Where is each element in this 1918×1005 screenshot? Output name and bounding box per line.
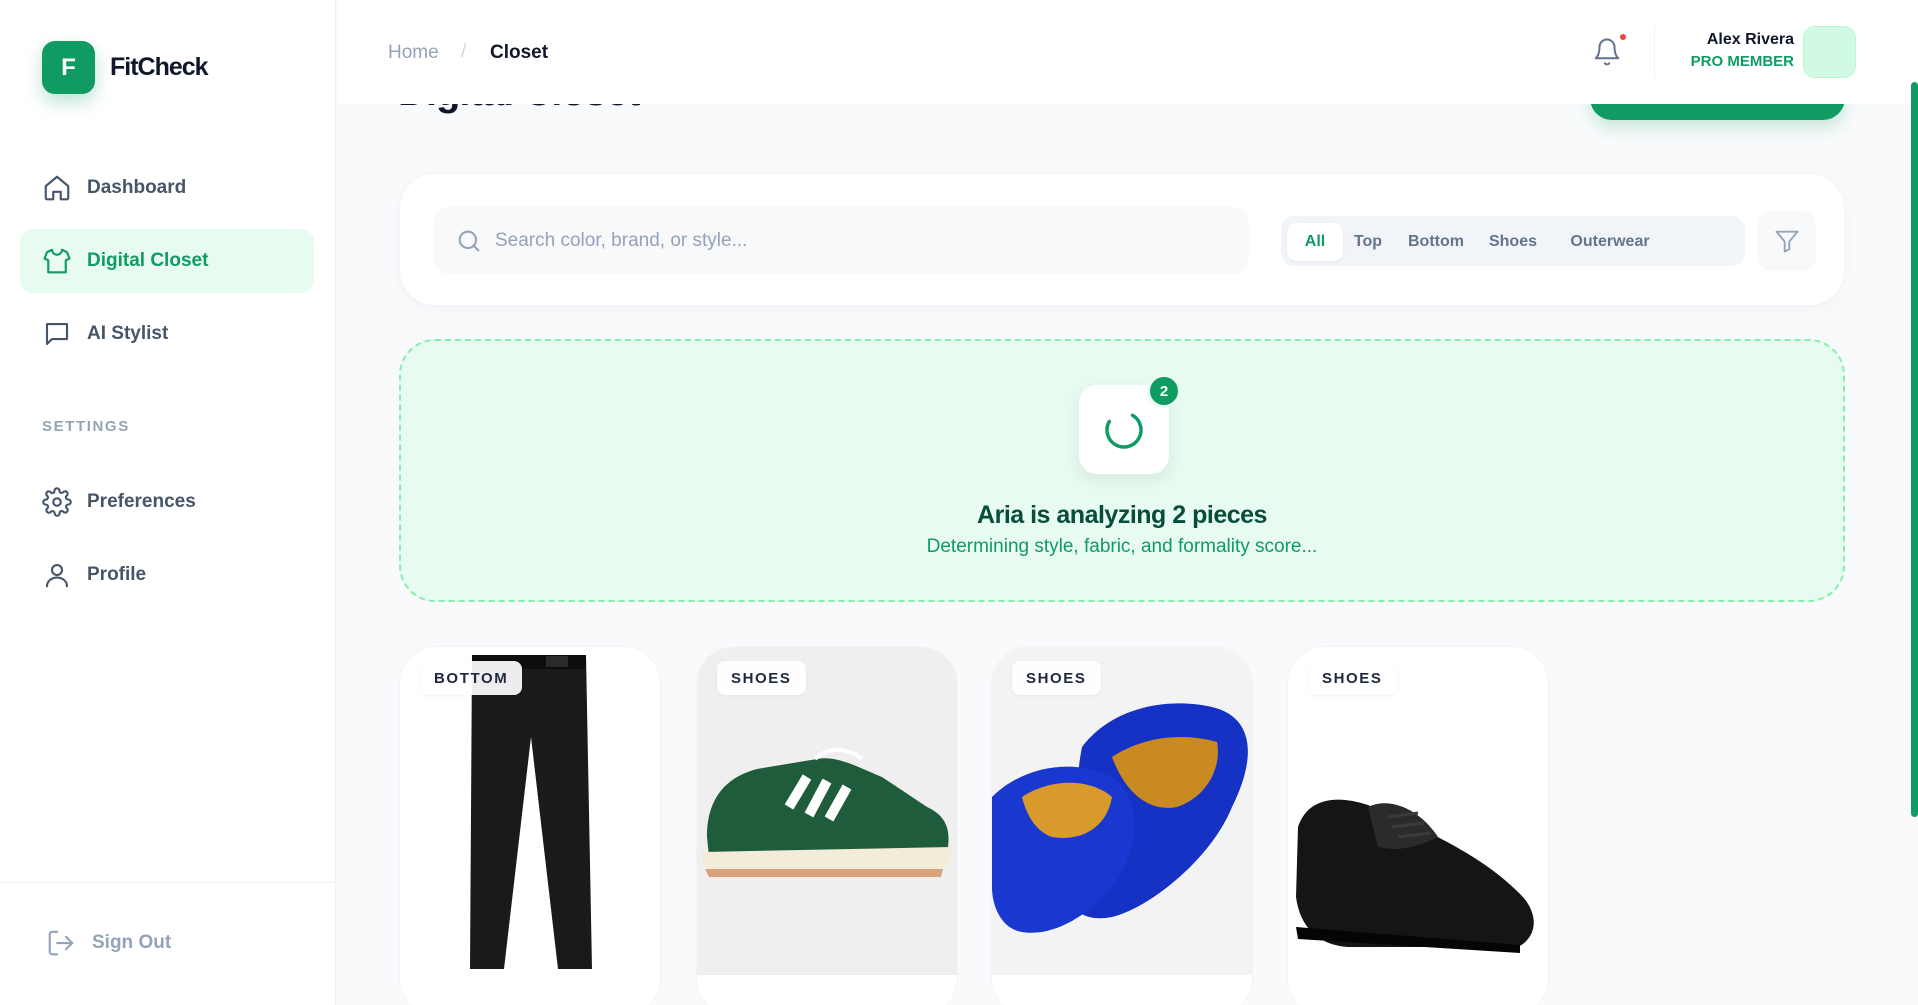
- sidebar-item-preferences[interactable]: Preferences: [20, 470, 314, 534]
- header-divider: [1654, 26, 1655, 78]
- notification-dot: [1620, 34, 1626, 40]
- brand-logo: F: [42, 41, 95, 94]
- sidebar-item-profile[interactable]: Profile: [20, 543, 314, 607]
- shirt-icon: [43, 248, 71, 274]
- analyzing-title: Aria is analyzing 2 pieces: [977, 501, 1267, 529]
- filter-button[interactable]: [1757, 211, 1816, 271]
- category-filter-group: All Top Bottom Shoes Outerwear: [1281, 216, 1745, 266]
- breadcrumb-current: Closet: [490, 42, 549, 63]
- sidebar-item-label: Preferences: [87, 491, 196, 512]
- home-icon: [44, 175, 70, 201]
- user-role: PRO MEMBER: [1690, 53, 1794, 70]
- closet-item-card[interactable]: SHOES: [696, 646, 958, 1005]
- sidebar-item-label: Digital Closet: [87, 250, 209, 271]
- scrollbar[interactable]: [1911, 82, 1918, 817]
- green-sneaker-image: [697, 647, 957, 975]
- sidebar-item-label: Profile: [87, 564, 147, 585]
- sidebar-divider: [0, 882, 336, 883]
- funnel-icon: [1775, 230, 1798, 253]
- analyzing-count-badge: 2: [1147, 374, 1181, 408]
- closet-item-card[interactable]: SHOES: [991, 646, 1253, 1005]
- logout-icon: [48, 930, 74, 956]
- brand-name: FitCheck: [110, 53, 209, 81]
- sidebar-item-label: AI Stylist: [87, 323, 169, 344]
- blue-loafers-image: [992, 647, 1252, 975]
- search-input[interactable]: [495, 229, 1235, 252]
- top-header: Home / Closet Alex Rivera PRO MEMBER: [337, 0, 1918, 104]
- filter-chip-shoes[interactable]: Shoes: [1478, 223, 1548, 261]
- brand[interactable]: F FitCheck: [42, 41, 209, 94]
- search-icon: [458, 230, 480, 251]
- sidebar-item-ai-stylist[interactable]: AI Stylist: [20, 302, 314, 366]
- chat-icon: [45, 322, 69, 346]
- analyzing-subtitle: Determining style, fabric, and formality…: [926, 536, 1318, 557]
- search-box[interactable]: [433, 207, 1249, 274]
- sidebar-item-digital-closet[interactable]: Digital Closet: [20, 229, 314, 293]
- black-oxford-image: [1288, 647, 1548, 975]
- category-tag: BOTTOM: [420, 661, 523, 695]
- category-tag: SHOES: [1308, 661, 1397, 695]
- sign-out-label: Sign Out: [92, 932, 172, 953]
- sidebar: F FitCheck Dashboard Digital Closet AI S…: [0, 0, 336, 1005]
- filter-chip-outerwear[interactable]: Outerwear: [1555, 223, 1665, 261]
- sign-out-button[interactable]: Sign Out: [46, 928, 171, 958]
- black-trousers-image: [400, 647, 660, 975]
- sidebar-item-dashboard[interactable]: Dashboard: [20, 156, 314, 220]
- user-name: Alex Rivera: [1706, 31, 1794, 48]
- loading-spinner-icon: [1105, 410, 1143, 449]
- breadcrumb-separator: /: [461, 41, 467, 62]
- gear-icon: [42, 487, 72, 517]
- closet-item-card[interactable]: BOTTOM: [399, 646, 661, 1005]
- filter-chip-top[interactable]: Top: [1343, 223, 1393, 261]
- bell-icon[interactable]: [1592, 36, 1622, 68]
- category-tag: SHOES: [717, 661, 806, 695]
- settings-section-label: SETTINGS: [42, 418, 130, 435]
- filter-chip-all[interactable]: All: [1287, 223, 1343, 261]
- category-tag: SHOES: [1012, 661, 1101, 695]
- analyzing-banner: 2 Aria is analyzing 2 pieces Determining…: [399, 339, 1845, 602]
- breadcrumb-home[interactable]: Home: [388, 42, 439, 64]
- avatar[interactable]: [1803, 26, 1856, 78]
- filter-chip-bottom[interactable]: Bottom: [1399, 223, 1473, 261]
- user-icon: [45, 563, 69, 588]
- sidebar-item-label: Dashboard: [87, 177, 187, 198]
- search-panel: All Top Bottom Shoes Outerwear: [399, 173, 1845, 306]
- closet-item-card[interactable]: SHOES: [1287, 646, 1549, 1005]
